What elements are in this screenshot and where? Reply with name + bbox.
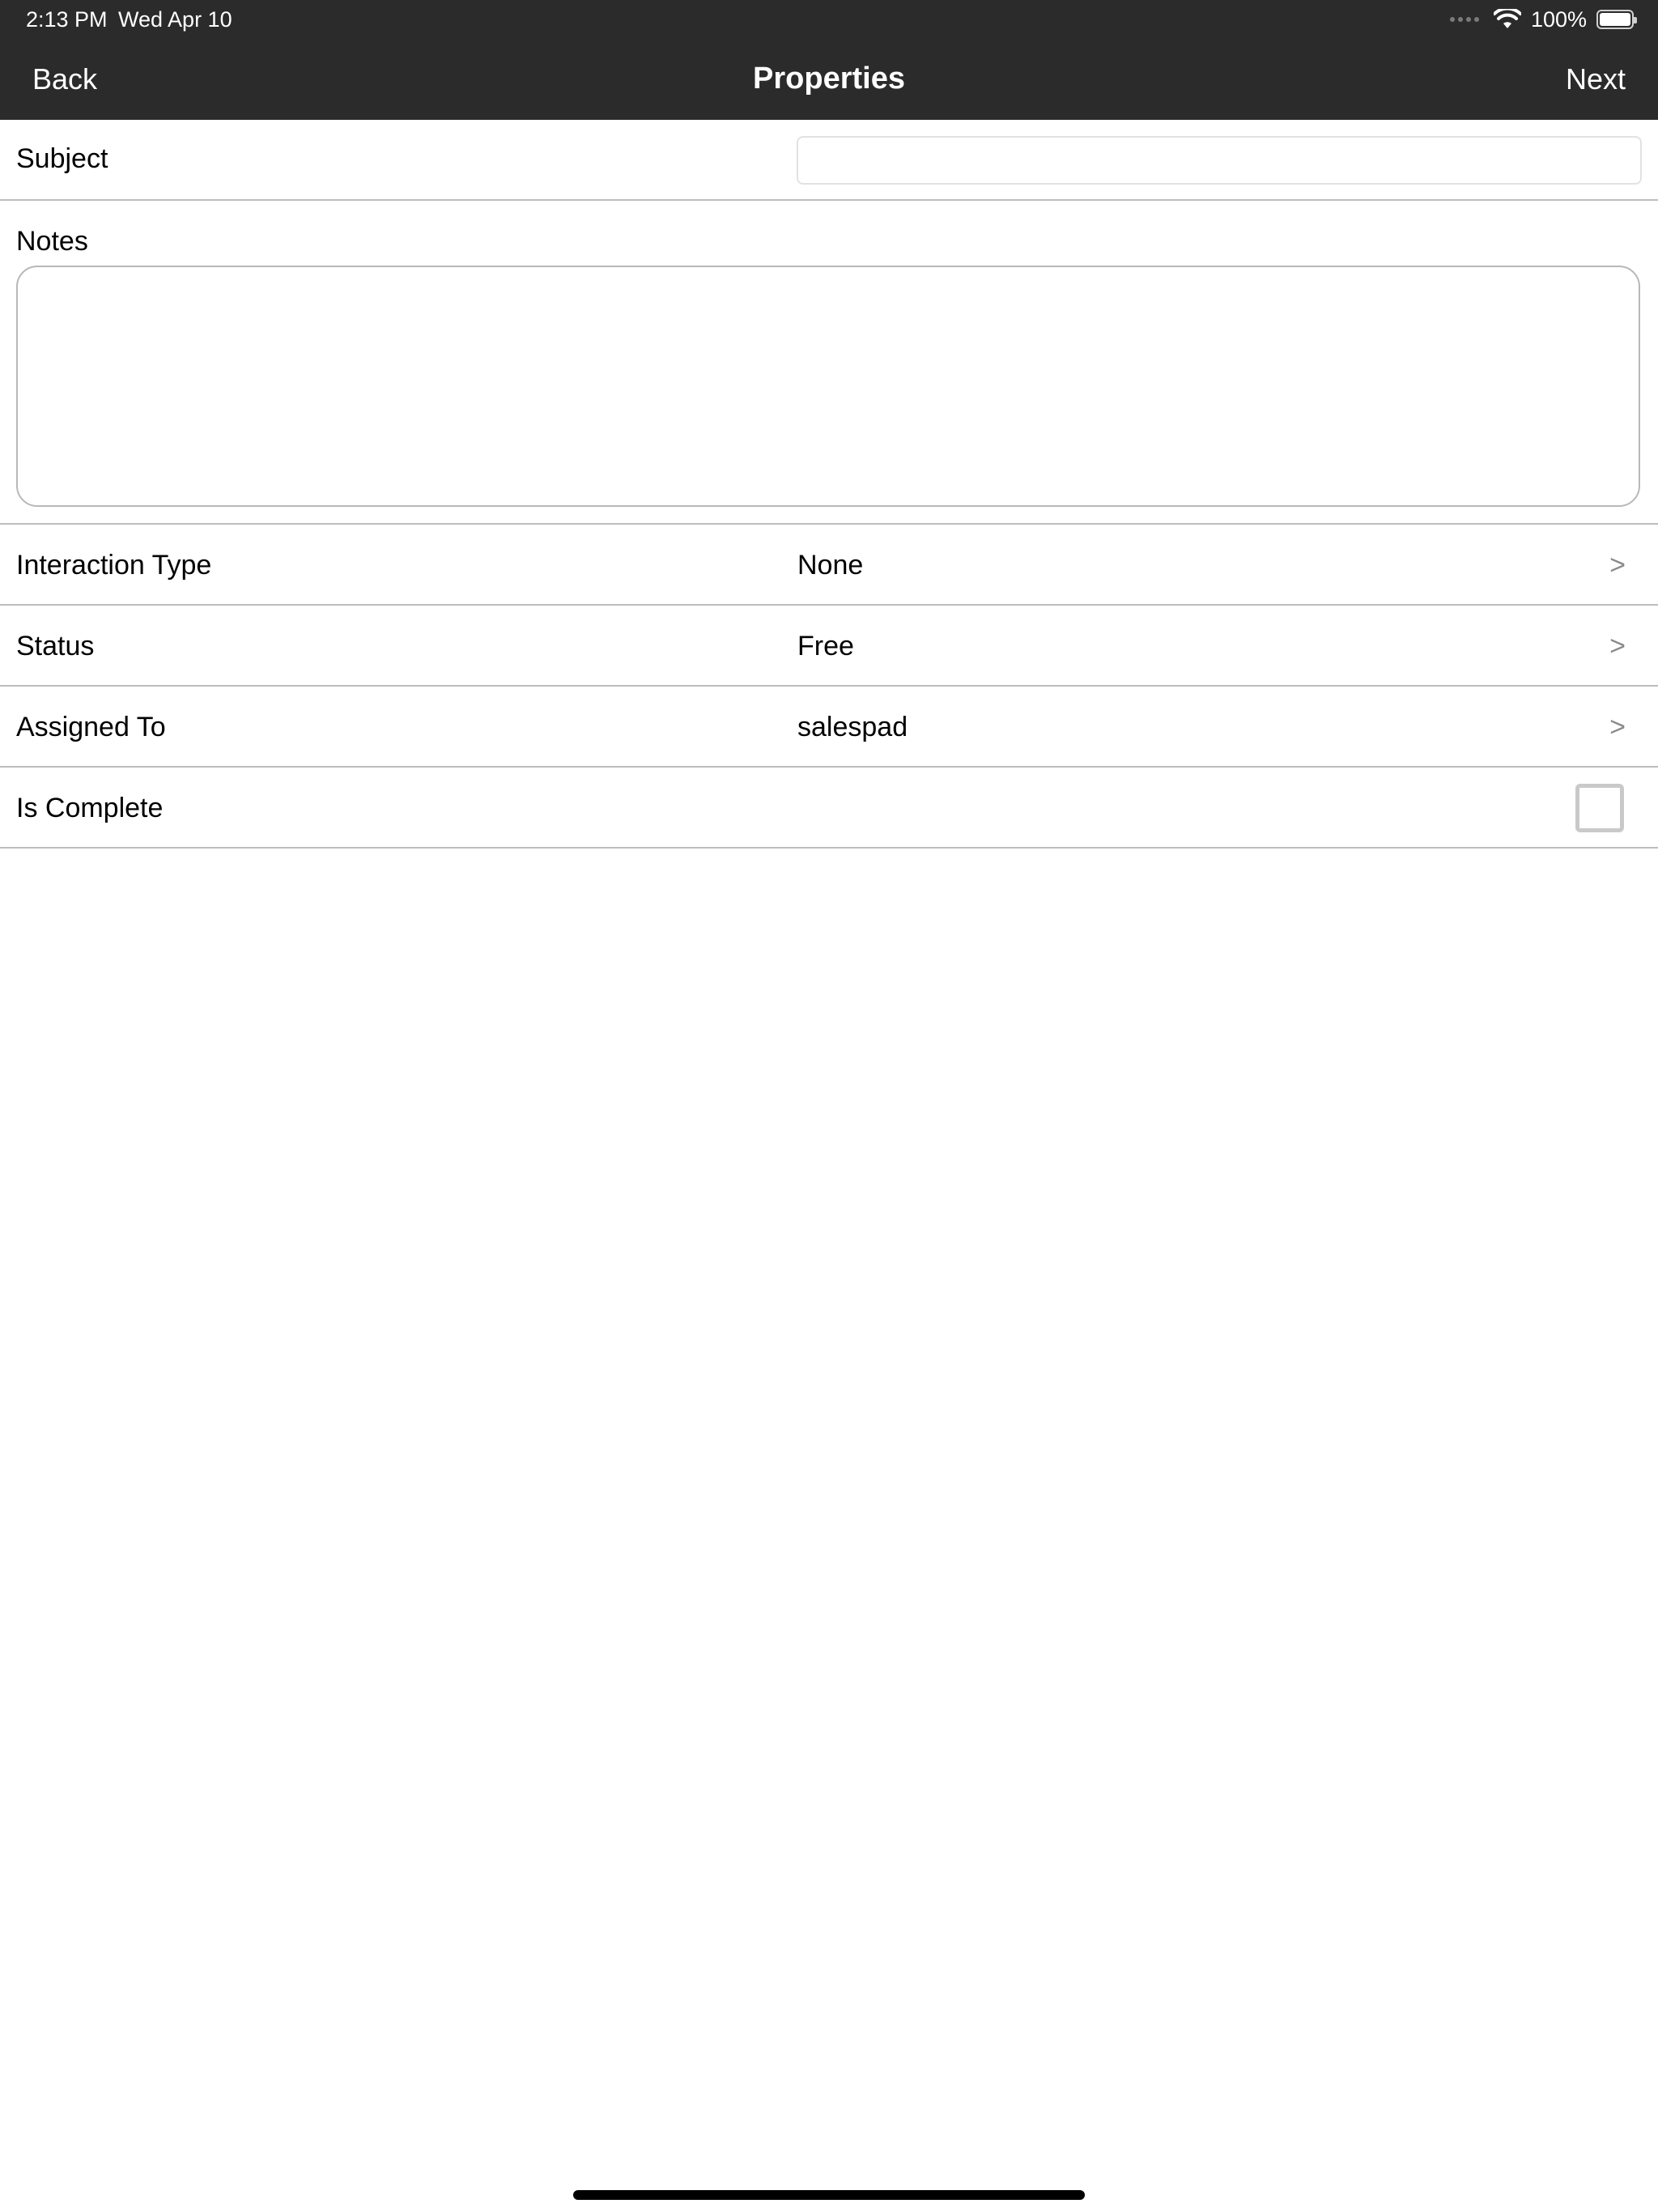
navigation-bar: 2:13 PM Wed Apr 10 100% Back Properties … [0, 0, 1658, 120]
next-button[interactable]: Next [1566, 62, 1626, 97]
interaction-type-label: Interaction Type [16, 550, 212, 581]
assigned-to-row[interactable]: Assigned To salespad > [0, 687, 1658, 768]
chevron-right-icon: > [1609, 712, 1626, 742]
cellular-signal-icon [1449, 17, 1479, 22]
notes-row: Notes [0, 201, 1658, 525]
assigned-to-value: salespad [797, 712, 908, 742]
status-row[interactable]: Status Free > [0, 606, 1658, 687]
interaction-type-row[interactable]: Interaction Type None > [0, 525, 1658, 606]
status-label: Status [16, 631, 95, 661]
subject-label: Subject [16, 143, 108, 174]
status-date: Wed Apr 10 [118, 7, 232, 32]
subject-row: Subject [0, 120, 1658, 201]
assigned-to-label: Assigned To [16, 712, 166, 742]
notes-textarea[interactable] [16, 266, 1640, 507]
battery-icon [1596, 10, 1637, 29]
is-complete-checkbox[interactable] [1575, 784, 1624, 832]
interaction-type-value: None [797, 550, 864, 581]
status-value: Free [797, 631, 854, 661]
wifi-icon [1493, 9, 1521, 28]
is-complete-label: Is Complete [16, 793, 164, 823]
chevron-right-icon: > [1609, 550, 1626, 581]
home-indicator[interactable] [573, 2190, 1085, 2200]
is-complete-row: Is Complete [0, 768, 1658, 849]
page-title: Properties [753, 62, 905, 96]
properties-screen: 2:13 PM Wed Apr 10 100% Back Properties … [0, 0, 1658, 2212]
battery-percent: 100% [1530, 6, 1587, 32]
chevron-right-icon: > [1609, 631, 1626, 661]
subject-input[interactable] [797, 136, 1642, 185]
status-time: 2:13 PM [26, 7, 108, 32]
notes-label: Notes [16, 226, 88, 257]
status-indicators: 100% [1449, 5, 1637, 34]
